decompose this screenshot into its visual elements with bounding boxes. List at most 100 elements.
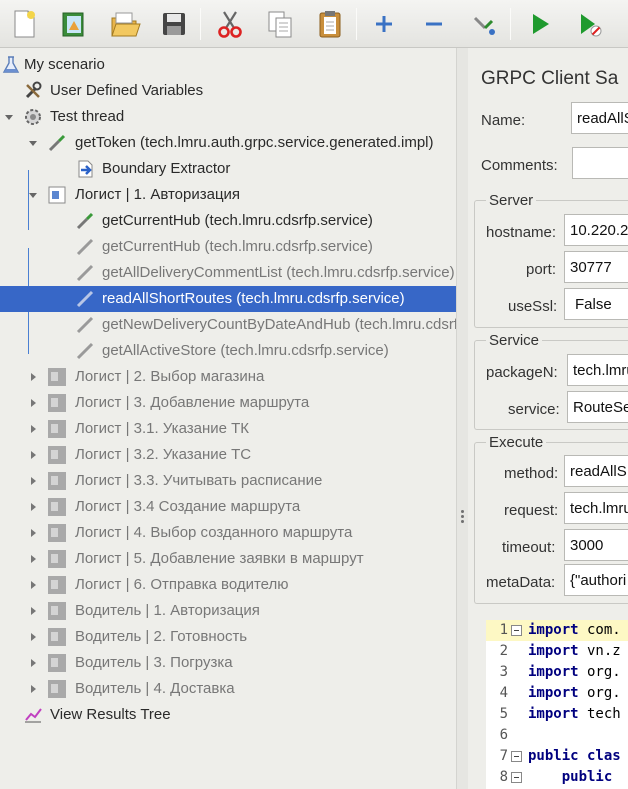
panel-title: GRPC Client Sa	[481, 68, 619, 89]
controller-disabled-icon	[46, 574, 68, 596]
code-line: 4 import org.	[499, 685, 621, 701]
name-field[interactable]: readAllS	[571, 102, 628, 134]
tree-item-logist-3-1[interactable]: Логист | 3.1. Указание ТК	[0, 416, 456, 442]
chevron-right-icon[interactable]	[27, 605, 39, 617]
chevron-right-icon[interactable]	[27, 683, 39, 695]
templates-icon[interactable]	[56, 6, 92, 42]
chevron-right-icon[interactable]	[27, 527, 39, 539]
pipette-icon	[46, 132, 68, 154]
pipette-disabled-icon	[74, 262, 96, 284]
code-line: 1 import com.	[486, 620, 628, 641]
controller-disabled-icon	[46, 548, 68, 570]
method-select[interactable]: readAllS	[564, 455, 628, 487]
port-field[interactable]: 30777	[564, 251, 628, 283]
grpc-sampler-panel: GRPC Client Sa Name: readAllS Comments: …	[468, 48, 628, 789]
tree-item-driver-3[interactable]: Водитель | 3. Погрузка	[0, 650, 456, 676]
tree-item-getalldeliverycommentlist[interactable]: getAllDeliveryCommentList (tech.lmru.cds…	[0, 260, 456, 286]
service-label: service:	[508, 401, 560, 418]
chevron-right-icon[interactable]	[27, 397, 39, 409]
chevron-down-icon[interactable]	[27, 189, 39, 201]
script-editor[interactable]: 1 import com. 2 import vn.z 3 import org…	[486, 620, 628, 789]
usessl-select[interactable]: False	[564, 288, 628, 320]
controller-disabled-icon	[46, 496, 68, 518]
cut-icon[interactable]	[212, 6, 248, 42]
service-select[interactable]: RouteSe	[567, 391, 628, 423]
tree-item-boundary-extractor[interactable]: Boundary Extractor	[0, 156, 456, 182]
pipette-disabled-icon	[74, 314, 96, 336]
expand-icon[interactable]	[366, 6, 402, 42]
chevron-down-icon[interactable]	[3, 111, 15, 123]
tree-item-logist-6[interactable]: Логист | 6. Отправка водителю	[0, 572, 456, 598]
package-field[interactable]: tech.lmru	[567, 354, 628, 386]
controller-disabled-icon	[46, 366, 68, 388]
start-no-pauses-icon[interactable]	[572, 6, 608, 42]
tree-item-logist-4[interactable]: Логист | 4. Выбор созданного маршрута	[0, 520, 456, 546]
controller-disabled-icon	[46, 418, 68, 440]
controller-disabled-icon	[46, 392, 68, 414]
metadata-field[interactable]: {"authori	[564, 564, 628, 596]
chevron-right-icon[interactable]	[27, 657, 39, 669]
test-plan-tree: My scenario User Defined Variables Test …	[0, 48, 456, 789]
port-label: port:	[526, 261, 557, 278]
comments-field[interactable]	[572, 147, 628, 179]
chevron-down-icon[interactable]	[27, 137, 39, 149]
tree-item-logist-3-2[interactable]: Логист | 3.2. Указание ТС	[0, 442, 456, 468]
chevron-right-icon[interactable]	[27, 371, 39, 383]
tree-item-getallactivestore[interactable]: getAllActiveStore (tech.lmru.cdsrfp.serv…	[0, 338, 456, 364]
request-select[interactable]: tech.lmru	[564, 492, 628, 524]
hostname-field[interactable]: 10.220.2	[564, 214, 628, 246]
tree-item-logist-3-3[interactable]: Логист | 3.3. Учитывать расписание	[0, 468, 456, 494]
chevron-right-icon[interactable]	[27, 553, 39, 565]
chevron-right-icon[interactable]	[27, 475, 39, 487]
service-group-title: Service	[486, 332, 543, 349]
panel-splitter[interactable]	[456, 48, 468, 789]
fold-icon[interactable]	[511, 751, 522, 762]
tree-item-logist-1[interactable]: Логист | 1. Авторизация	[0, 182, 456, 208]
controller-icon	[46, 184, 68, 206]
tree-item-test-thread[interactable]: Test thread	[0, 104, 456, 130]
gear-icon	[22, 106, 44, 128]
tree-item-logist-5[interactable]: Логист | 5. Добавление заявки в маршрут	[0, 546, 456, 572]
chevron-right-icon[interactable]	[27, 631, 39, 643]
tree-item-logist-3[interactable]: Логист | 3. Добавление маршрута	[0, 390, 456, 416]
tree-item-driver-4[interactable]: Водитель | 4. Доставка	[0, 676, 456, 702]
pipette-disabled-icon	[74, 340, 96, 362]
tree-item-driver-2[interactable]: Водитель | 2. Готовность	[0, 624, 456, 650]
controller-disabled-icon	[46, 522, 68, 544]
fold-icon[interactable]	[511, 625, 522, 636]
chevron-right-icon[interactable]	[27, 423, 39, 435]
code-line: 3 import org.	[499, 664, 621, 680]
timeout-label: timeout:	[502, 539, 556, 556]
tree-item-gettoken[interactable]: getToken (tech.lmru.auth.grpc.service.ge…	[0, 130, 456, 156]
toggle-icon[interactable]	[466, 6, 502, 42]
save-icon[interactable]	[156, 6, 192, 42]
package-label: packageN:	[486, 364, 558, 381]
start-icon[interactable]	[522, 6, 558, 42]
tree-item-getnewdeliverycount[interactable]: getNewDeliveryCountByDateAndHub (tech.lm…	[0, 312, 456, 338]
new-icon[interactable]	[6, 6, 42, 42]
timeout-field[interactable]: 3000	[564, 529, 628, 561]
chevron-right-icon[interactable]	[27, 501, 39, 513]
tree-item-readallshortroutes[interactable]: readAllShortRoutes (tech.lmru.cdsrfp.ser…	[0, 286, 456, 312]
tree-item-driver-1[interactable]: Водитель | 1. Авторизация	[0, 598, 456, 624]
tree-item-getcurrenthub-disabled[interactable]: getCurrentHub (tech.lmru.cdsrfp.service)	[0, 234, 456, 260]
tree-item-my-scenario[interactable]: My scenario	[0, 52, 456, 78]
pipette-disabled-icon	[74, 288, 96, 310]
tree-item-logist-3-4[interactable]: Логист | 3.4 Создание маршрута	[0, 494, 456, 520]
code-line: 6	[499, 727, 508, 743]
tree-item-view-results-tree[interactable]: View Results Tree	[0, 702, 456, 728]
tree-item-logist-2[interactable]: Логист | 2. Выбор магазина	[0, 364, 456, 390]
name-label: Name:	[481, 112, 526, 129]
chevron-right-icon[interactable]	[27, 579, 39, 591]
pipette-disabled-icon	[74, 236, 96, 258]
code-line: 8 public	[499, 769, 613, 785]
tree-item-getcurrenthub-enabled[interactable]: getCurrentHub (tech.lmru.cdsrfp.service)	[0, 208, 456, 234]
fold-icon[interactable]	[511, 772, 522, 783]
paste-icon[interactable]	[312, 6, 348, 42]
chevron-right-icon[interactable]	[27, 449, 39, 461]
toolbar	[0, 0, 628, 48]
copy-icon[interactable]	[262, 6, 298, 42]
open-icon[interactable]	[106, 6, 142, 42]
tree-item-user-defined-variables[interactable]: User Defined Variables	[0, 78, 456, 104]
collapse-icon[interactable]	[416, 6, 452, 42]
